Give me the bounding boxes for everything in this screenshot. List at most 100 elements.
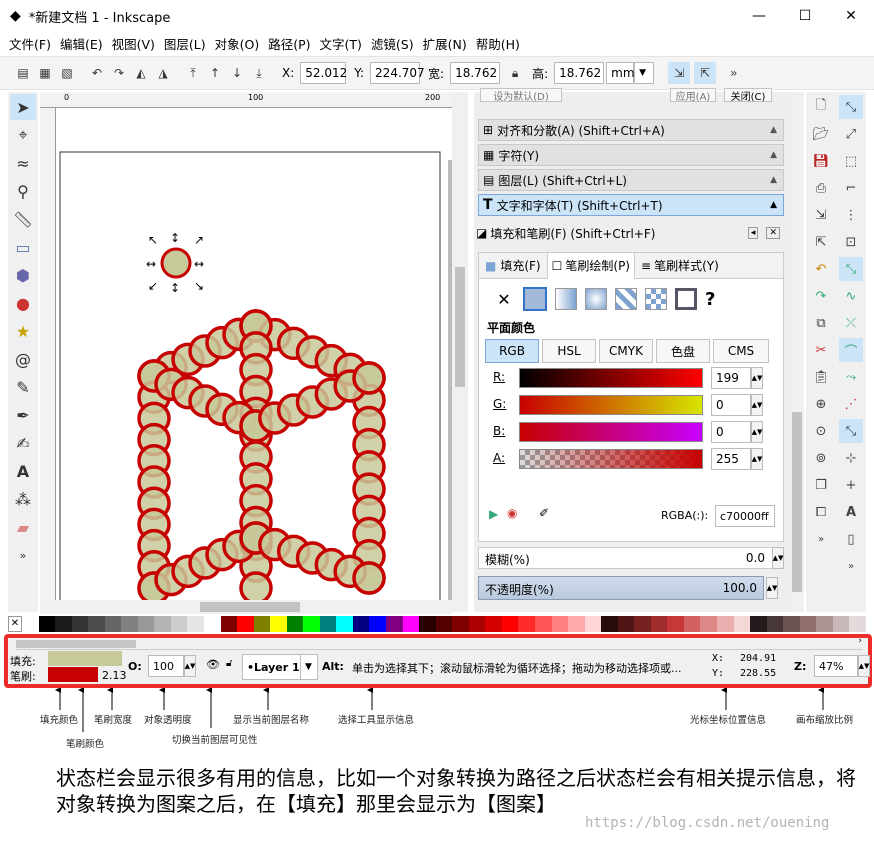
undo-icon[interactable]: ↶ (809, 257, 833, 281)
swatch-icon[interactable] (645, 288, 667, 310)
panel-layers[interactable]: ▤ 图层(L) (Shift+Ctrl+L) ▲ (478, 169, 784, 191)
menu-file[interactable]: 文件(F) (9, 34, 51, 53)
palette-swatch[interactable] (568, 616, 585, 632)
copy-icon[interactable]: ⧉ (809, 311, 833, 335)
palette-swatch[interactable] (402, 616, 420, 632)
vertical-ruler[interactable] (40, 108, 56, 600)
palette-swatch[interactable] (617, 616, 635, 632)
palette-swatch[interactable] (799, 616, 817, 632)
snap-midpoint-icon[interactable]: ⋰ (839, 392, 863, 416)
y-field[interactable]: 224.707 (370, 62, 425, 84)
tab-stroke-paint[interactable]: ☐ 笔刷绘制(P) (546, 252, 635, 279)
maximize-button[interactable]: ☐ (782, 0, 828, 32)
node-tool-icon[interactable]: ⌖ (10, 122, 36, 148)
x-field[interactable]: 52.012 (300, 62, 347, 84)
color-palette[interactable]: ✕ (8, 616, 866, 632)
palette-swatch[interactable] (237, 616, 254, 632)
layer-visibility-icon[interactable]: 👁︎ (206, 658, 220, 671)
duplicate-icon[interactable]: ❐ (809, 473, 833, 497)
palette-swatch[interactable] (369, 616, 387, 632)
palette-swatch[interactable] (816, 616, 833, 632)
menu-path[interactable]: 路径(P) (268, 34, 310, 53)
drawing-canvas[interactable]: ↖ ↕ ↗ ↔ ↔ ↙ ↕ ↘ (56, 108, 452, 600)
select-all-icon[interactable]: ▤ (12, 62, 34, 84)
panel-glyphs[interactable]: ▦ 字符(Y) ▲ (478, 144, 784, 166)
palette-swatch[interactable] (137, 616, 155, 632)
open-icon[interactable]: 📂︎ (809, 122, 833, 146)
set-default-button[interactable]: 设为默认(D) (480, 88, 562, 103)
opacity-spin[interactable]: ▲▼ (766, 577, 778, 599)
rotate-ccw-icon[interactable]: ↶ (86, 62, 108, 84)
minimize-button[interactable]: — (736, 0, 782, 32)
palette-swatch[interactable] (121, 616, 138, 632)
snap-others-icon[interactable]: ⤡ (839, 419, 863, 443)
channel-b-field[interactable]: 0 (711, 421, 751, 443)
palette-swatch[interactable] (336, 616, 353, 632)
layer-dropdown-icon[interactable]: ▼ (300, 654, 318, 680)
palette-swatch[interactable] (303, 616, 320, 632)
lower-to-bottom-icon[interactable]: ⤓ (248, 62, 270, 84)
channel-a-field[interactable]: 255 (711, 448, 751, 470)
palette-swatch[interactable] (601, 616, 618, 632)
snap-cusp-icon[interactable]: ⌒ (839, 338, 863, 362)
menu-edit[interactable]: 编辑(E) (60, 34, 103, 53)
zoom-drawing-icon[interactable]: ⊙ (809, 419, 833, 443)
close-button[interactable]: ✕ (828, 0, 874, 32)
palette-swatch[interactable] (766, 616, 784, 632)
zoom-page-icon[interactable]: ⊚ (809, 446, 833, 470)
palette-swatch[interactable] (220, 616, 238, 632)
snap-bbox-edge-icon[interactable]: ⬚ (839, 149, 863, 173)
palette-swatch[interactable] (584, 616, 602, 632)
palette-swatch[interactable] (468, 616, 486, 632)
undock-icon[interactable]: ◂ (747, 227, 759, 239)
snap-bbox-midpoint-icon[interactable]: ⋮ (839, 203, 863, 227)
tab-stroke-style[interactable]: ≡ 笔刷样式(Y) (635, 257, 725, 274)
palette-swatch[interactable] (204, 616, 221, 632)
snap-text-baseline-icon[interactable]: A (839, 500, 863, 524)
calligraphy-tool-icon[interactable]: ✍ (10, 430, 36, 456)
stroke-swatch[interactable] (48, 667, 98, 682)
mode-cms[interactable]: CMS (713, 339, 769, 363)
menu-extensions[interactable]: 扩展(N) (423, 34, 467, 53)
menu-filters[interactable]: 滤镜(S) (371, 34, 414, 53)
mode-rgb[interactable]: RGB (485, 339, 539, 363)
toolbox-more-icon[interactable]: » (10, 542, 36, 568)
status-opacity-field[interactable]: 100 (148, 655, 184, 677)
apply-button[interactable]: 应用(A) (670, 88, 716, 103)
channel-b-spin[interactable]: ▲▼ (751, 421, 763, 443)
blur-value[interactable]: 0.0 (746, 551, 765, 565)
scale-stroke-icon[interactable]: ⇲ (668, 62, 691, 84)
channel-g-slider[interactable] (519, 395, 703, 415)
palette-swatch[interactable] (88, 616, 105, 632)
canvas-vertical-scrollbar[interactable] (452, 92, 468, 612)
channel-r-spin[interactable]: ▲▼ (751, 367, 763, 389)
palette-swatch[interactable] (154, 616, 171, 632)
palette-swatch[interactable] (518, 616, 535, 632)
palette-swatch[interactable] (783, 616, 800, 632)
new-document-icon[interactable]: 🗋︎ (809, 95, 833, 119)
canvas-horizontal-scrollbar[interactable] (40, 600, 452, 614)
export-icon[interactable]: ⇱ (809, 230, 833, 254)
palette-swatch[interactable] (849, 616, 866, 632)
palette-swatch[interactable] (104, 616, 122, 632)
palette-swatch[interactable] (501, 616, 519, 632)
palette-swatch[interactable] (319, 616, 337, 632)
palette-swatch[interactable] (750, 616, 767, 632)
blur-spin[interactable]: ▲▼ (772, 547, 784, 569)
ellipse-tool-icon[interactable]: ● (10, 290, 36, 316)
palette-swatch[interactable] (551, 616, 569, 632)
zoom-selection-icon[interactable]: ⊕ (809, 392, 833, 416)
select-all-layers-icon[interactable]: ▦ (34, 62, 56, 84)
snap-toggle-icon[interactable]: ⤡ (839, 95, 863, 119)
palette-swatch[interactable] (22, 616, 39, 632)
layer-select[interactable]: •Layer 1 (242, 654, 302, 680)
mode-wheel[interactable]: 色盘 (656, 339, 710, 363)
palette-swatch[interactable] (270, 616, 287, 632)
h-field[interactable]: 18.762 (554, 62, 605, 84)
channel-a-spin[interactable]: ▲▼ (751, 448, 763, 470)
panel-align[interactable]: ⊞ 对齐和分散(A) (Shift+Ctrl+A) ▲ (478, 119, 784, 141)
snap-rotation-icon[interactable]: + (839, 473, 863, 497)
scale-corners-icon[interactable]: ⇱ (694, 62, 717, 84)
lower-icon[interactable]: ↓ (226, 62, 248, 84)
lock-ratio-icon[interactable]: 🔒︎ (504, 62, 526, 84)
